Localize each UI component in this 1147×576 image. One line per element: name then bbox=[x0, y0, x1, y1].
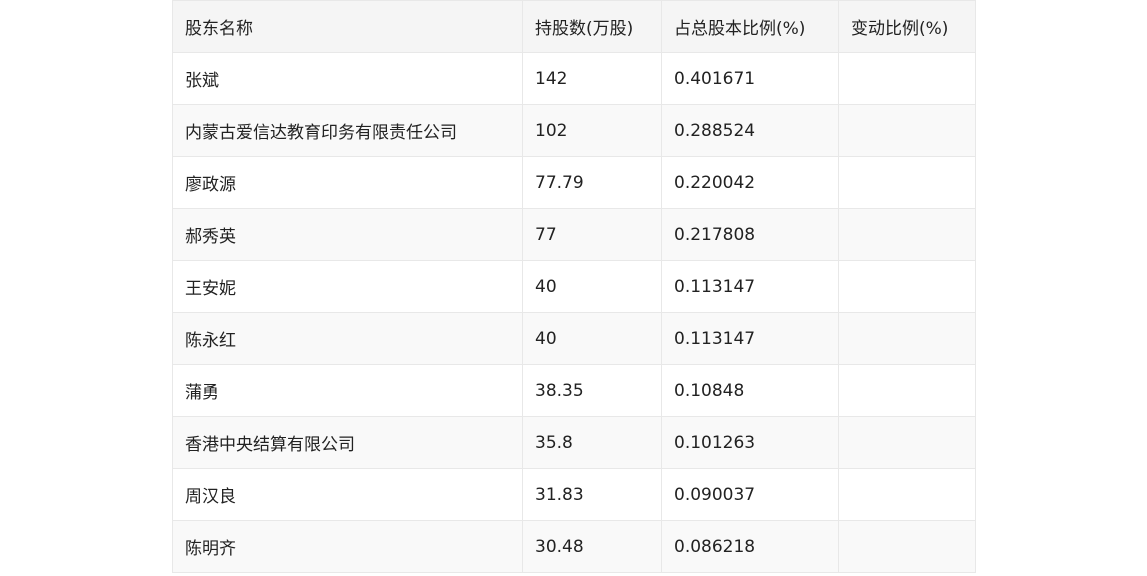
cell-shareholder-name: 张斌 bbox=[172, 52, 523, 105]
cell-shares-held: 102 bbox=[522, 104, 662, 157]
table-row: 王安妮 40 0.113147 bbox=[172, 260, 976, 313]
cell-shares-held: 31.83 bbox=[522, 468, 662, 521]
table-row: 周汉良 31.83 0.090037 bbox=[172, 468, 976, 521]
cell-change-ratio bbox=[838, 468, 976, 521]
header-share-ratio: 占总股本比例(%) bbox=[661, 0, 839, 53]
cell-change-ratio bbox=[838, 312, 976, 365]
cell-share-ratio: 0.401671 bbox=[661, 52, 839, 105]
table-header: 股东名称 持股数(万股) 占总股本比例(%) 变动比例(%) bbox=[172, 0, 976, 53]
table-header-row: 股东名称 持股数(万股) 占总股本比例(%) 变动比例(%) bbox=[172, 0, 976, 53]
cell-shareholder-name: 陈明齐 bbox=[172, 520, 523, 573]
cell-shares-held: 30.48 bbox=[522, 520, 662, 573]
table-row: 陈永红 40 0.113147 bbox=[172, 312, 976, 365]
cell-change-ratio bbox=[838, 416, 976, 469]
cell-shares-held: 35.8 bbox=[522, 416, 662, 469]
cell-shares-held: 40 bbox=[522, 312, 662, 365]
cell-change-ratio bbox=[838, 52, 976, 105]
cell-shareholder-name: 周汉良 bbox=[172, 468, 523, 521]
cell-shares-held: 142 bbox=[522, 52, 662, 105]
cell-shares-held: 77.79 bbox=[522, 156, 662, 209]
shareholder-table: 股东名称 持股数(万股) 占总股本比例(%) 变动比例(%) 张斌 142 0.… bbox=[172, 0, 976, 573]
cell-shareholder-name: 廖政源 bbox=[172, 156, 523, 209]
cell-shareholder-name: 香港中央结算有限公司 bbox=[172, 416, 523, 469]
header-shares-held: 持股数(万股) bbox=[522, 0, 662, 53]
cell-change-ratio bbox=[838, 260, 976, 313]
cell-change-ratio bbox=[838, 208, 976, 261]
cell-share-ratio: 0.113147 bbox=[661, 312, 839, 365]
cell-shareholder-name: 内蒙古爱信达教育印务有限责任公司 bbox=[172, 104, 523, 157]
cell-change-ratio bbox=[838, 156, 976, 209]
table-body: 张斌 142 0.401671 内蒙古爱信达教育印务有限责任公司 102 0.2… bbox=[172, 52, 976, 573]
table-row: 张斌 142 0.401671 bbox=[172, 52, 976, 105]
table-row: 廖政源 77.79 0.220042 bbox=[172, 156, 976, 209]
cell-shares-held: 38.35 bbox=[522, 364, 662, 417]
cell-share-ratio: 0.217808 bbox=[661, 208, 839, 261]
cell-shareholder-name: 蒲勇 bbox=[172, 364, 523, 417]
cell-shares-held: 77 bbox=[522, 208, 662, 261]
cell-shareholder-name: 王安妮 bbox=[172, 260, 523, 313]
table-row: 郝秀英 77 0.217808 bbox=[172, 208, 976, 261]
cell-change-ratio bbox=[838, 520, 976, 573]
cell-share-ratio: 0.101263 bbox=[661, 416, 839, 469]
cell-change-ratio bbox=[838, 104, 976, 157]
header-change-ratio: 变动比例(%) bbox=[838, 0, 976, 53]
cell-share-ratio: 0.288524 bbox=[661, 104, 839, 157]
cell-shares-held: 40 bbox=[522, 260, 662, 313]
table-row: 蒲勇 38.35 0.10848 bbox=[172, 364, 976, 417]
cell-share-ratio: 0.220042 bbox=[661, 156, 839, 209]
cell-change-ratio bbox=[838, 364, 976, 417]
header-shareholder-name: 股东名称 bbox=[172, 0, 523, 53]
shareholder-table-container: 股东名称 持股数(万股) 占总股本比例(%) 变动比例(%) 张斌 142 0.… bbox=[172, 0, 976, 573]
cell-share-ratio: 0.113147 bbox=[661, 260, 839, 313]
cell-shareholder-name: 陈永红 bbox=[172, 312, 523, 365]
cell-share-ratio: 0.10848 bbox=[661, 364, 839, 417]
cell-share-ratio: 0.090037 bbox=[661, 468, 839, 521]
cell-share-ratio: 0.086218 bbox=[661, 520, 839, 573]
table-row: 香港中央结算有限公司 35.8 0.101263 bbox=[172, 416, 976, 469]
table-row: 内蒙古爱信达教育印务有限责任公司 102 0.288524 bbox=[172, 104, 976, 157]
table-row: 陈明齐 30.48 0.086218 bbox=[172, 520, 976, 573]
cell-shareholder-name: 郝秀英 bbox=[172, 208, 523, 261]
